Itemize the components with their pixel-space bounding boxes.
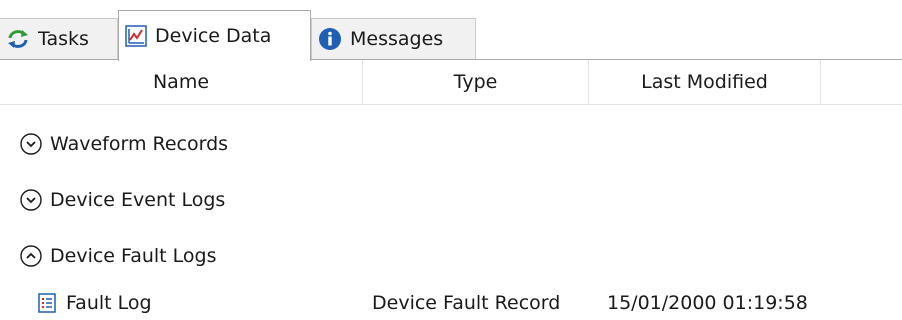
tab-device-data-label: Device Data: [155, 25, 272, 47]
info-icon: [318, 27, 342, 51]
line-chart-icon: [125, 25, 147, 47]
expand-chevron-icon[interactable]: [20, 189, 42, 211]
tab-messages[interactable]: Messages: [311, 18, 476, 59]
group-label: Device Event Logs: [50, 189, 226, 211]
group-waveform-records[interactable]: Waveform Records: [0, 124, 600, 164]
column-header-last-modified[interactable]: Last Modified: [589, 60, 821, 104]
tab-strip: Tasks Device Data Messages: [0, 0, 902, 61]
refresh-icon: [6, 29, 30, 49]
table-row[interactable]: Fault Log Device Fault Record 15/01/2000…: [0, 286, 902, 320]
column-header-type[interactable]: Type: [363, 60, 589, 104]
expand-chevron-icon[interactable]: [20, 133, 42, 155]
cell-type: Device Fault Record: [372, 292, 561, 314]
row-name: Fault Log: [66, 292, 152, 314]
tab-messages-label: Messages: [350, 28, 444, 50]
group-device-fault-logs[interactable]: Device Fault Logs: [0, 236, 600, 276]
column-header-row: Name Type Last Modified: [0, 60, 902, 105]
list-icon: [38, 293, 56, 313]
cell-name: Fault Log: [38, 286, 152, 320]
group-label: Waveform Records: [50, 133, 229, 155]
tab-tasks-label: Tasks: [38, 28, 89, 50]
group-device-event-logs[interactable]: Device Event Logs: [0, 180, 600, 220]
cell-last-modified: 15/01/2000 01:19:58: [607, 292, 808, 314]
tab-tasks[interactable]: Tasks: [0, 18, 118, 59]
tab-device-data[interactable]: Device Data: [118, 10, 311, 61]
column-header-name[interactable]: Name: [0, 60, 363, 104]
collapse-chevron-icon[interactable]: [20, 245, 42, 267]
group-label: Device Fault Logs: [50, 245, 217, 267]
